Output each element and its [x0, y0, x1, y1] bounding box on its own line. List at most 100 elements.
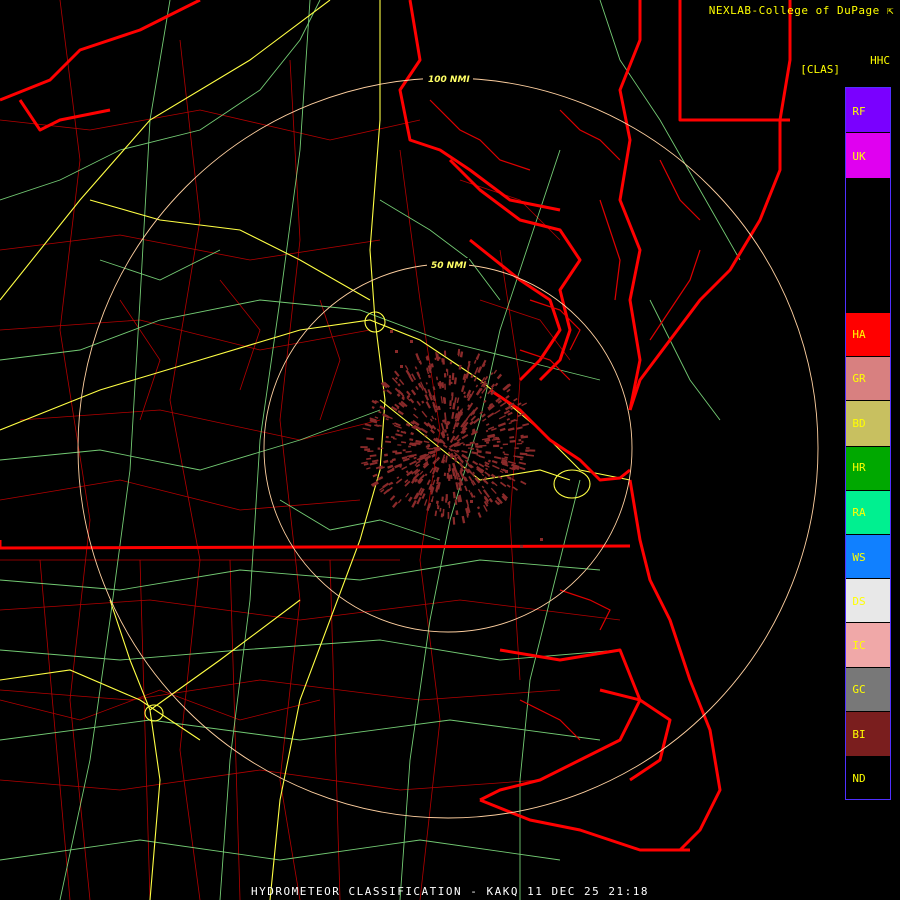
- echo-pixel: [455, 510, 459, 516]
- echo-pixel: [455, 417, 459, 422]
- echo-pixel: [463, 395, 467, 399]
- echo-pixel: [456, 397, 460, 404]
- legend-label-rf: RF: [852, 105, 866, 118]
- echo-pixel: [380, 488, 385, 493]
- radar-map: 100 NMI 50 NMI: [0, 0, 819, 900]
- echo-pixel: [506, 418, 510, 421]
- echo-pixel: [403, 431, 406, 433]
- echo-pixel: [362, 427, 371, 431]
- echo-pixel: [372, 473, 378, 478]
- echo-pixel: [423, 387, 428, 394]
- echo-pixel: [485, 451, 492, 455]
- echo-pixel: [471, 451, 479, 455]
- product-code: HHC: [870, 54, 890, 67]
- echo-pixel: [479, 395, 482, 399]
- echo-pixel: [510, 407, 514, 411]
- echo-pixel: [408, 375, 414, 383]
- echo-pixel: [442, 444, 448, 449]
- echo-pixel: [485, 467, 489, 471]
- coastline-detail: [429, 99, 701, 741]
- echo-pixel: [391, 458, 396, 462]
- ring-label-100: 100 NMI: [428, 75, 470, 85]
- legend-label-ra: RA: [852, 506, 866, 519]
- echo-pixel: [396, 429, 400, 433]
- echo-pixel: [423, 440, 430, 444]
- echo-pixel: [414, 366, 418, 370]
- legend-label-bi: BI: [852, 728, 866, 741]
- echo-pixel: [520, 545, 523, 548]
- echo-pixel: [451, 372, 455, 381]
- echo-pixel: [464, 459, 469, 463]
- echo-pixel: [442, 419, 445, 423]
- echo-pixel: [476, 353, 481, 360]
- echo-pixel: [401, 466, 408, 471]
- echo-pixel: [431, 474, 435, 478]
- echo-pixel: [484, 461, 490, 466]
- echo-pixel: [490, 383, 496, 389]
- echo-pixel: [493, 455, 502, 460]
- echo-pixel: [402, 457, 410, 462]
- echo-pixel: [473, 495, 476, 498]
- echo-pixel: [392, 437, 397, 440]
- echo-pixel: [493, 409, 501, 415]
- range-ring-100: [77, 77, 819, 819]
- echo-pixel: [418, 375, 422, 380]
- echo-pixel: [435, 351, 438, 360]
- echo-pixel: [481, 485, 485, 489]
- echo-pixel: [410, 340, 413, 343]
- echo-pixel: [457, 348, 461, 356]
- echo-pixel: [455, 443, 460, 447]
- legend-label-ws: WS: [852, 551, 866, 564]
- echo-pixel: [409, 438, 414, 441]
- echo-pixel: [432, 386, 436, 391]
- echo-pixel: [482, 418, 487, 422]
- echo-pixel: [423, 421, 429, 427]
- echo-pixel: [437, 405, 441, 411]
- credit-label: NEXLAB-College of DuPage ⇱: [708, 4, 894, 17]
- legend-label-uk: UK: [852, 150, 866, 163]
- echo-pixel: [484, 463, 488, 467]
- legend-label-gr: GR: [852, 372, 866, 385]
- echo-pixel: [429, 428, 436, 434]
- echo-pixel: [405, 422, 411, 427]
- echo-pixel: [396, 393, 401, 398]
- echo-pixel: [439, 380, 442, 387]
- echo-pixel: [485, 429, 489, 433]
- link-icon: ⇱: [886, 4, 894, 17]
- echo-pixel: [451, 394, 454, 401]
- echo-pixel: [484, 375, 489, 381]
- echo-pixel: [458, 442, 462, 446]
- echo-pixel: [469, 420, 475, 426]
- echo-pixel: [427, 374, 431, 379]
- echo-pixel: [369, 461, 378, 466]
- echo-pixel: [504, 456, 508, 459]
- echo-pixel: [416, 496, 422, 505]
- echo-pixel: [390, 436, 395, 439]
- echo-pixel: [460, 442, 464, 445]
- echo-pixel: [366, 437, 374, 441]
- echo-pixel: [486, 465, 490, 468]
- echo-pixel: [387, 464, 394, 469]
- echo-pixel: [497, 422, 507, 428]
- echo-pixel: [487, 459, 491, 463]
- echo-pixel: [499, 481, 507, 488]
- echo-pixel: [469, 492, 474, 498]
- echo-pixel: [476, 449, 482, 454]
- echo-pixel: [423, 499, 428, 506]
- echo-pixel: [477, 512, 482, 518]
- echo-pixel: [481, 473, 485, 477]
- echo-pixel: [424, 394, 430, 401]
- echo-pixel: [432, 459, 438, 465]
- echo-pixel: [465, 413, 472, 420]
- echo-pixel: [499, 401, 507, 407]
- echo-pixel: [415, 353, 421, 361]
- echo-pixel: [431, 415, 435, 420]
- echo-pixel: [506, 388, 511, 393]
- echo-pixel: [394, 403, 400, 409]
- echo-pixel: [405, 450, 412, 453]
- echo-pixel: [425, 382, 428, 385]
- echo-pixel: [371, 405, 375, 410]
- legend-label-bd: BD: [852, 417, 866, 430]
- legend-label-ha: HA: [852, 328, 866, 341]
- echo-pixel: [501, 457, 508, 461]
